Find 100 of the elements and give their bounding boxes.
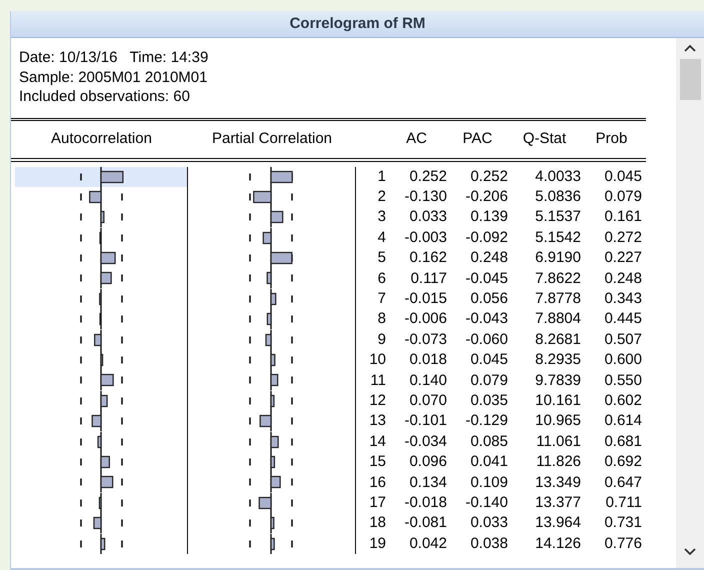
lag-number: 6 — [378, 270, 386, 288]
correlation-bar — [266, 272, 272, 285]
q-stat-value: 5.0836 — [535, 188, 581, 206]
lag-number: 11 — [370, 372, 386, 390]
vertical-scrollbar[interactable] — [676, 38, 704, 568]
scroll-up-icon[interactable] — [684, 44, 696, 52]
correlation-bar — [98, 496, 102, 509]
correlation-bar — [99, 292, 102, 305]
q-stat-value: 10.965 — [535, 412, 581, 430]
q-stat-value: 11.061 — [536, 432, 581, 451]
prob-value: 0.445 — [604, 310, 642, 328]
column-header: Autocorrelation — [51, 128, 152, 149]
q-stat-value: 10.161 — [535, 392, 581, 410]
prob-value: 0.711 — [606, 494, 642, 512]
correlation-bar — [100, 252, 116, 264]
correlation-bar — [270, 354, 276, 366]
correlation-bar — [100, 354, 104, 366]
correlation-bar — [265, 334, 272, 346]
q-stat-value: 14.126 — [535, 534, 581, 553]
scroll-down-icon[interactable] — [684, 548, 696, 556]
correlation-bar — [270, 476, 281, 488]
ac-value: -0.034 — [404, 432, 447, 451]
correlation-bar — [93, 517, 102, 530]
lag-number: 14 — [369, 432, 386, 451]
lag-number: 10 — [369, 351, 386, 370]
column-header: Q-Stat — [522, 128, 566, 149]
lag-number: 4 — [378, 228, 386, 247]
ac-value: 0.162 — [409, 249, 447, 268]
info-line: Included observations: 60 — [19, 87, 190, 106]
q-stat-value: 5.1537 — [535, 208, 581, 226]
q-stat-value: 13.377 — [535, 494, 581, 512]
q-stat-value: 11.826 — [536, 453, 581, 472]
q-stat-value: 7.8622 — [535, 270, 581, 288]
lag-number: 12 — [369, 392, 386, 410]
ac-value: -0.003 — [404, 228, 447, 247]
correlation-bar — [100, 476, 114, 488]
ac-value: -0.006 — [404, 310, 447, 328]
column-header: PAC — [462, 128, 492, 149]
prob-value: 0.692 — [604, 453, 642, 472]
correlation-bar — [99, 232, 102, 244]
prob-value: 0.227 — [604, 249, 642, 268]
correlation-bar — [100, 272, 112, 285]
lag-number: 17 — [369, 494, 386, 512]
ac-value: 0.252 — [409, 168, 447, 186]
correlation-bar — [100, 374, 114, 386]
ac-value: -0.015 — [404, 290, 447, 308]
pac-value: 0.056 — [470, 290, 508, 308]
window-title: Correlogram of RM — [11, 11, 704, 38]
lag-number: 18 — [369, 514, 386, 532]
q-stat-value: 13.349 — [535, 474, 581, 492]
lag-number: 13 — [369, 412, 386, 430]
pac-value: -0.092 — [465, 228, 508, 247]
pac-value: -0.206 — [465, 188, 508, 206]
scrollbar-thumb[interactable] — [680, 59, 700, 100]
ac-value: 0.096 — [409, 453, 447, 472]
q-stat-value: 8.2681 — [535, 330, 581, 349]
q-stat-value: 5.1542 — [535, 228, 581, 247]
q-stat-value: 9.7839 — [535, 372, 581, 390]
pac-value: 0.109 — [470, 474, 508, 492]
prob-value: 0.079 — [604, 188, 642, 206]
prob-value: 0.550 — [604, 372, 642, 390]
q-stat-value: 4.0033 — [535, 168, 581, 186]
correlation-bar — [94, 334, 102, 346]
lag-number: 19 — [369, 534, 386, 553]
ac-value: -0.101 — [404, 412, 447, 430]
correlation-bar — [258, 496, 272, 509]
ac-value: -0.130 — [404, 188, 447, 206]
pac-value: 0.085 — [470, 432, 508, 451]
correlation-bar — [100, 456, 110, 468]
pac-value: -0.045 — [465, 270, 508, 288]
correlation-bar — [270, 435, 279, 448]
correlation-bar — [270, 292, 276, 305]
lag-number: 2 — [378, 188, 386, 206]
lag-number: 8 — [378, 310, 386, 328]
autocorrelation-cell[interactable] — [15, 166, 188, 187]
pac-value: 0.041 — [470, 453, 508, 472]
prob-value: 0.776 — [604, 534, 642, 553]
prob-value: 0.647 — [604, 474, 642, 492]
info-line: Date: 10/13/16 Time: 14:39 — [19, 48, 208, 68]
ac-value: -0.073 — [404, 330, 447, 349]
q-stat-value: 6.9190 — [535, 249, 581, 268]
correlation-bar — [270, 537, 275, 550]
correlation-bar — [270, 394, 275, 407]
lag-number: 3 — [378, 208, 386, 226]
ac-value: 0.018 — [409, 351, 447, 370]
prob-value: 0.614 — [604, 412, 642, 430]
ac-value: 0.033 — [409, 208, 447, 226]
correlation-bar — [100, 537, 106, 550]
pac-value: 0.033 — [470, 514, 508, 532]
prob-value: 0.272 — [604, 228, 642, 247]
ac-value: 0.140 — [409, 372, 447, 390]
pac-value: 0.252 — [470, 168, 508, 186]
prob-value: 0.507 — [604, 330, 642, 349]
correlation-bar — [100, 211, 104, 224]
correlation-bar — [270, 170, 293, 183]
info-line: Sample: 2005M01 2010M01 — [19, 68, 208, 87]
pac-value: -0.043 — [465, 310, 508, 328]
prob-value: 0.600 — [604, 351, 642, 370]
correlation-bar — [100, 394, 108, 407]
correlation-bar — [270, 252, 292, 264]
